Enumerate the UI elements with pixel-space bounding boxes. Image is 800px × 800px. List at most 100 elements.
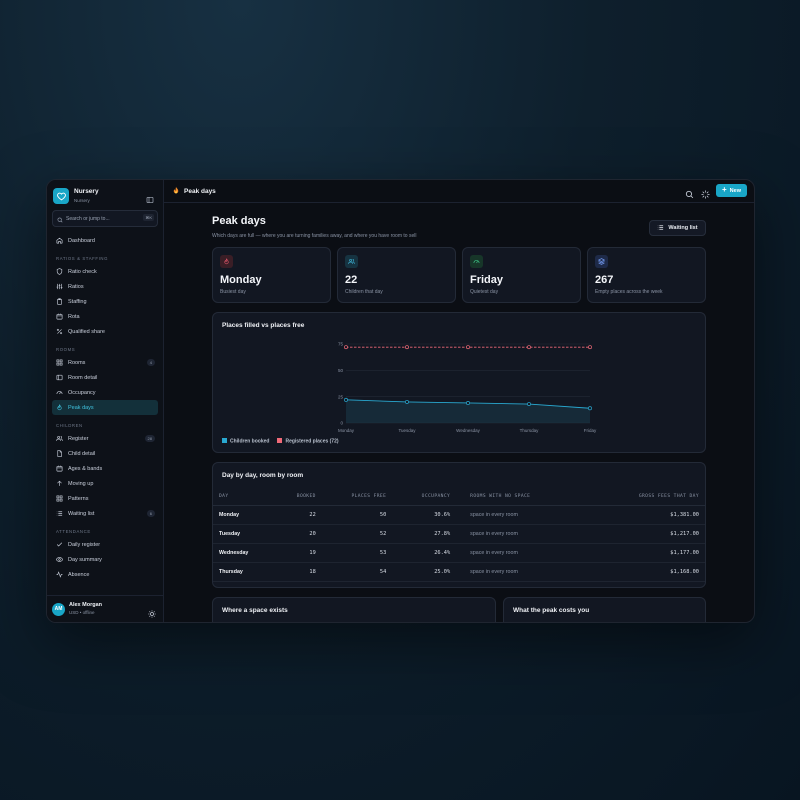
table-row[interactable]: Thursday 18 54 25.0% space in every room $1,1… — [213, 562, 705, 582]
table-row[interactable]: Tuesday 20 52 27.8% space in every room $1,21… — [213, 524, 705, 544]
sidebar-item-register[interactable]: Register 28 — [52, 431, 158, 446]
sidebar-item-label: Dashboard — [68, 237, 95, 244]
sidebar-item-moving-up[interactable]: Moving up — [52, 476, 158, 491]
sidebar-item-label: Ages & bands — [68, 465, 103, 472]
app-name: Nursery — [74, 188, 99, 195]
data-point — [588, 406, 592, 411]
sidebar-item-label: Ratio check — [68, 268, 97, 275]
table-cell: Friday — [213, 582, 277, 588]
sidebar-item-day-summary[interactable]: Day summary — [52, 552, 158, 567]
sidebar-item-label: Rooms — [68, 359, 86, 366]
table-cell: 19.4% — [390, 582, 460, 588]
sidebar-item-occupancy[interactable]: Occupancy — [52, 385, 158, 400]
x-tick-label: Thursday — [520, 428, 540, 433]
data-point — [405, 345, 409, 350]
home-icon — [56, 237, 63, 244]
data-point — [344, 397, 348, 402]
sidebar-item-staffing[interactable]: Staffing — [52, 294, 158, 309]
sidebar-item-daily-register[interactable]: Daily register — [52, 537, 158, 552]
data-point — [527, 402, 531, 406]
table-cell: 14 — [277, 582, 319, 588]
new-button-label: New — [729, 187, 741, 194]
column-header[interactable]: PLACES FREE — [319, 488, 391, 506]
data-point — [466, 401, 470, 405]
sidebar-item-ratio-check[interactable]: Ratio check — [52, 264, 158, 279]
page-subtitle: Which days are full — where you are turn… — [212, 233, 417, 239]
new-button[interactable]: + New — [716, 184, 747, 197]
flame-icon — [56, 404, 63, 411]
percent-icon — [56, 328, 63, 335]
shield-icon — [56, 268, 63, 275]
table-cell: space in every room — [460, 543, 587, 563]
calendar-icon — [56, 313, 63, 320]
count-badge: 28 — [144, 435, 155, 442]
sidebar-item-absence[interactable]: Absence — [52, 567, 158, 582]
sidebar-item-dashboard[interactable]: Dashboard — [52, 233, 158, 248]
sidebar-item-label: Staffing — [68, 298, 87, 305]
table-row[interactable]: Wednesday 19 53 26.4% space in every room $1,… — [213, 543, 705, 563]
user-profile[interactable]: AM Alex Morgan USD • offline — [47, 595, 163, 622]
y-tick-label: 25 — [338, 394, 344, 399]
table-cell: space in every room — [460, 505, 587, 525]
waiting-list-button[interactable]: Waiting list — [649, 220, 706, 236]
table-cell: space in every room — [460, 524, 587, 544]
topbar: Peak days + New — [164, 180, 754, 203]
sidebar-item-label: Occupancy — [68, 389, 96, 396]
table-cell: 22 — [277, 505, 320, 525]
table-cell: 27.8% — [390, 524, 461, 544]
sidebar-item-rota[interactable]: Rota — [52, 309, 158, 324]
sidebar-item-waiting-list[interactable]: Waiting list 6 — [52, 506, 158, 521]
search-input[interactable] — [66, 215, 126, 222]
stat-value: Friday — [470, 274, 504, 286]
table-row[interactable]: Friday145819.4%space in every room$868.0… — [213, 582, 705, 588]
sidebar-item-qualified-share[interactable]: Qualified share — [52, 324, 158, 339]
legend-item[interactable]: Registered places (72) — [277, 438, 339, 445]
table-cell: space in every room — [460, 582, 586, 588]
sidebar-item-label: Waiting list — [68, 510, 95, 517]
count-badge: 4 — [146, 359, 155, 366]
column-header[interactable]: BOOKED — [277, 488, 320, 506]
sidebar-item-ages-bands[interactable]: Ages & bands — [52, 461, 158, 476]
stat-label: Busiest day — [220, 289, 246, 295]
peak-cost-card: What the peak costs you — [503, 597, 706, 622]
data-point — [466, 345, 470, 350]
search-icon[interactable] — [685, 186, 694, 199]
gauge-icon — [470, 255, 483, 268]
sidebar-item-peak-days[interactable]: Peak days — [52, 400, 158, 415]
sidebar-item-ratios[interactable]: Ratios — [52, 279, 158, 294]
sidebar-item-child-detail[interactable]: Child detail — [52, 446, 158, 461]
column-header[interactable]: DAY — [213, 488, 278, 506]
topbar-title: Peak days — [184, 187, 216, 195]
table-cell: 52 — [319, 524, 391, 544]
check-icon — [56, 541, 63, 548]
activity-icon — [56, 571, 63, 578]
table-cell: Wednesday — [213, 543, 278, 563]
data-point — [588, 345, 592, 350]
nav-section-title: RATIOS & STAFFING — [56, 256, 109, 261]
sidebar-item-rooms[interactable]: Rooms 4 — [52, 355, 158, 370]
chart-legend: Children booked Registered places (72) — [222, 438, 339, 445]
table-cell: 19 — [277, 543, 320, 563]
sidebar-toggle-icon[interactable] — [146, 191, 154, 203]
table-cell: 26.4% — [390, 543, 461, 563]
sidebar-item-patterns[interactable]: Patterns — [52, 491, 158, 506]
table-row[interactable]: Monday 22 50 30.6% space in every room $1,381… — [213, 505, 705, 525]
table-cell: Tuesday — [213, 524, 278, 544]
legend-item[interactable]: Children booked — [222, 438, 269, 445]
stat-value: 267 — [595, 274, 614, 286]
sidebar-item-label: Rota — [68, 313, 80, 320]
plus-icon: + — [722, 185, 727, 194]
table-title: Day by day, room by room — [222, 472, 304, 479]
search-box[interactable]: ⌘K — [52, 210, 158, 227]
column-header[interactable]: ROOMS WITH NO SPACE — [460, 488, 587, 506]
calendar-icon — [56, 465, 63, 472]
brand[interactable]: Nursery Nursery — [53, 186, 157, 206]
sidebar-item-label: Absence — [68, 571, 90, 578]
column-header[interactable]: GROSS FEES THAT DAY — [586, 488, 705, 506]
loader-icon[interactable] — [701, 186, 710, 199]
column-header[interactable]: OCCUPANCY — [390, 488, 461, 506]
stat-value: 22 — [345, 274, 358, 286]
table-cell: 54 — [319, 562, 391, 582]
sun-icon[interactable] — [148, 605, 156, 618]
sidebar-item-room-detail[interactable]: Room detail — [52, 370, 158, 385]
